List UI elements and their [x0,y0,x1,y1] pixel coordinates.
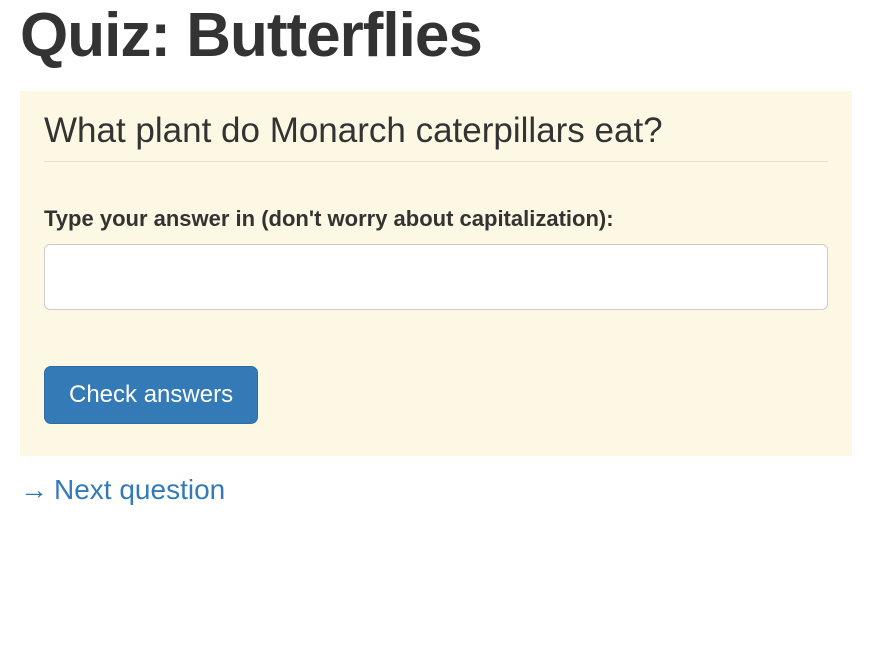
arrow-right-icon: → [20,474,48,505]
check-answers-button[interactable]: Check answers [44,366,258,424]
question-panel: What plant do Monarch caterpillars eat? … [20,91,852,456]
next-question-link[interactable]: →Next question [20,474,225,506]
answer-input-label: Type your answer in (don't worry about c… [44,206,828,232]
answer-input[interactable] [44,244,828,310]
next-question-label: Next question [54,474,225,505]
question-prompt: What plant do Monarch caterpillars eat? [44,111,828,162]
page-title: Quiz: Butterflies [20,0,852,71]
